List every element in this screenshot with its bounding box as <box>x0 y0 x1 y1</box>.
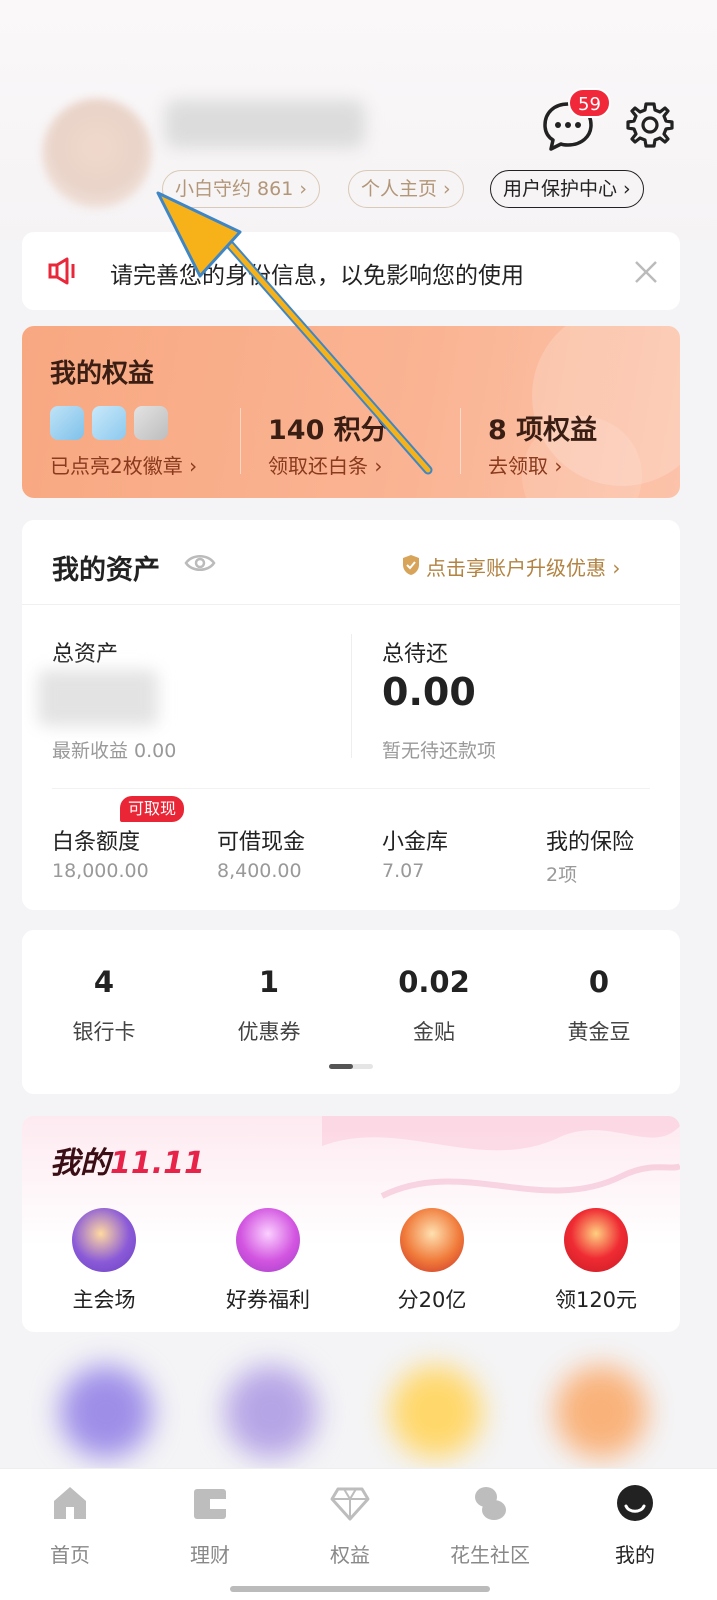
page-indicator <box>329 1064 373 1069</box>
tutorial-arrow <box>156 191 433 475</box>
promo-title: 我的11.11 <box>50 1138 205 1182</box>
tab-finance-label: 理财 <box>190 1543 230 1567</box>
earnings-label: 最新收益 0.00 <box>52 740 177 762</box>
cash-loan-value: 8,400.00 <box>217 860 302 882</box>
promo-decoration <box>322 1116 680 1199</box>
main-venue-label[interactable]: 主会场 <box>34 1284 174 1314</box>
tab-home-label: 首页 <box>50 1543 90 1567</box>
vault-label[interactable]: 小金库 <box>382 824 448 856</box>
promo-card: 我的11.11 主会场 好券福利 分20亿 领120元 <box>22 1116 680 1332</box>
home-indicator <box>230 1586 490 1592</box>
divider <box>351 634 352 758</box>
pending-value: 0.00 <box>382 670 476 714</box>
promo-title-b: 11.11 <box>110 1146 205 1181</box>
total-assets-value <box>38 670 158 726</box>
insurance-label[interactable]: 我的保险 <box>546 824 634 856</box>
pending-note: 暂无待还款项 <box>382 740 497 762</box>
diamond-icon <box>330 1487 370 1521</box>
share-billion-label[interactable]: 分20亿 <box>362 1284 502 1314</box>
gold-bean-count[interactable]: 0 <box>539 965 659 999</box>
divider <box>22 604 680 605</box>
bank-card-label[interactable]: 银行卡 <box>44 1016 164 1046</box>
blurred-item <box>390 1366 482 1458</box>
home-icon <box>54 1487 86 1519</box>
peanut-icon <box>475 1487 506 1520</box>
coupon-benefit-label[interactable]: 好券福利 <box>198 1284 338 1314</box>
tab-rights-label: 权益 <box>330 1543 370 1567</box>
page-indicator-active <box>329 1064 353 1069</box>
subsidy-count[interactable]: 0.02 <box>374 965 494 999</box>
withdraw-tag: 可取现 <box>120 796 185 822</box>
profile-icon <box>617 1485 653 1521</box>
total-assets-label: 总资产 <box>52 642 119 667</box>
red-packet-label[interactable]: 领120元 <box>526 1284 666 1314</box>
blurred-item <box>555 1366 647 1458</box>
gold-bean-label[interactable]: 黄金豆 <box>539 1016 659 1046</box>
tab-finance[interactable]: 理财 <box>160 1483 260 1568</box>
vault-value: 7.07 <box>382 860 425 882</box>
blurred-recommendations <box>0 1346 717 1466</box>
tab-community-label: 花生社区 <box>450 1543 530 1567</box>
coupon-count[interactable]: 1 <box>209 965 329 999</box>
bank-card-count[interactable]: 4 <box>44 965 164 999</box>
subsidy-label[interactable]: 金贴 <box>374 1016 494 1046</box>
cash-loan-label[interactable]: 可借现金 <box>217 824 305 856</box>
tab-mine[interactable]: 我的 <box>585 1483 685 1568</box>
tab-community[interactable]: 花生社区 <box>440 1483 540 1568</box>
coupon-benefit-icon[interactable] <box>236 1208 300 1272</box>
wallet-icon <box>194 1489 226 1519</box>
blurred-item <box>60 1366 152 1458</box>
share-billion-icon[interactable] <box>400 1208 464 1272</box>
main-venue-icon[interactable] <box>72 1208 136 1272</box>
pending-label: 总待还 <box>382 642 449 667</box>
tab-home[interactable]: 首页 <box>20 1483 120 1568</box>
tab-rights[interactable]: 权益 <box>300 1483 400 1568</box>
blurred-item <box>225 1366 317 1458</box>
credit-limit-label[interactable]: 白条额度 <box>52 824 140 856</box>
red-packet-icon[interactable] <box>564 1208 628 1272</box>
promo-title-a: 我的 <box>50 1146 110 1181</box>
tab-bar: 首页 理财 权益 花生社区 我的 <box>0 1468 717 1600</box>
divider <box>52 788 650 789</box>
credit-limit-value: 18,000.00 <box>52 860 149 882</box>
coupon-label[interactable]: 优惠券 <box>209 1016 329 1046</box>
tab-mine-label: 我的 <box>615 1543 655 1567</box>
insurance-value: 2项 <box>546 864 578 886</box>
stats-card: 4 银行卡 1 优惠券 0.02 金贴 0 黄金豆 <box>22 930 680 1094</box>
